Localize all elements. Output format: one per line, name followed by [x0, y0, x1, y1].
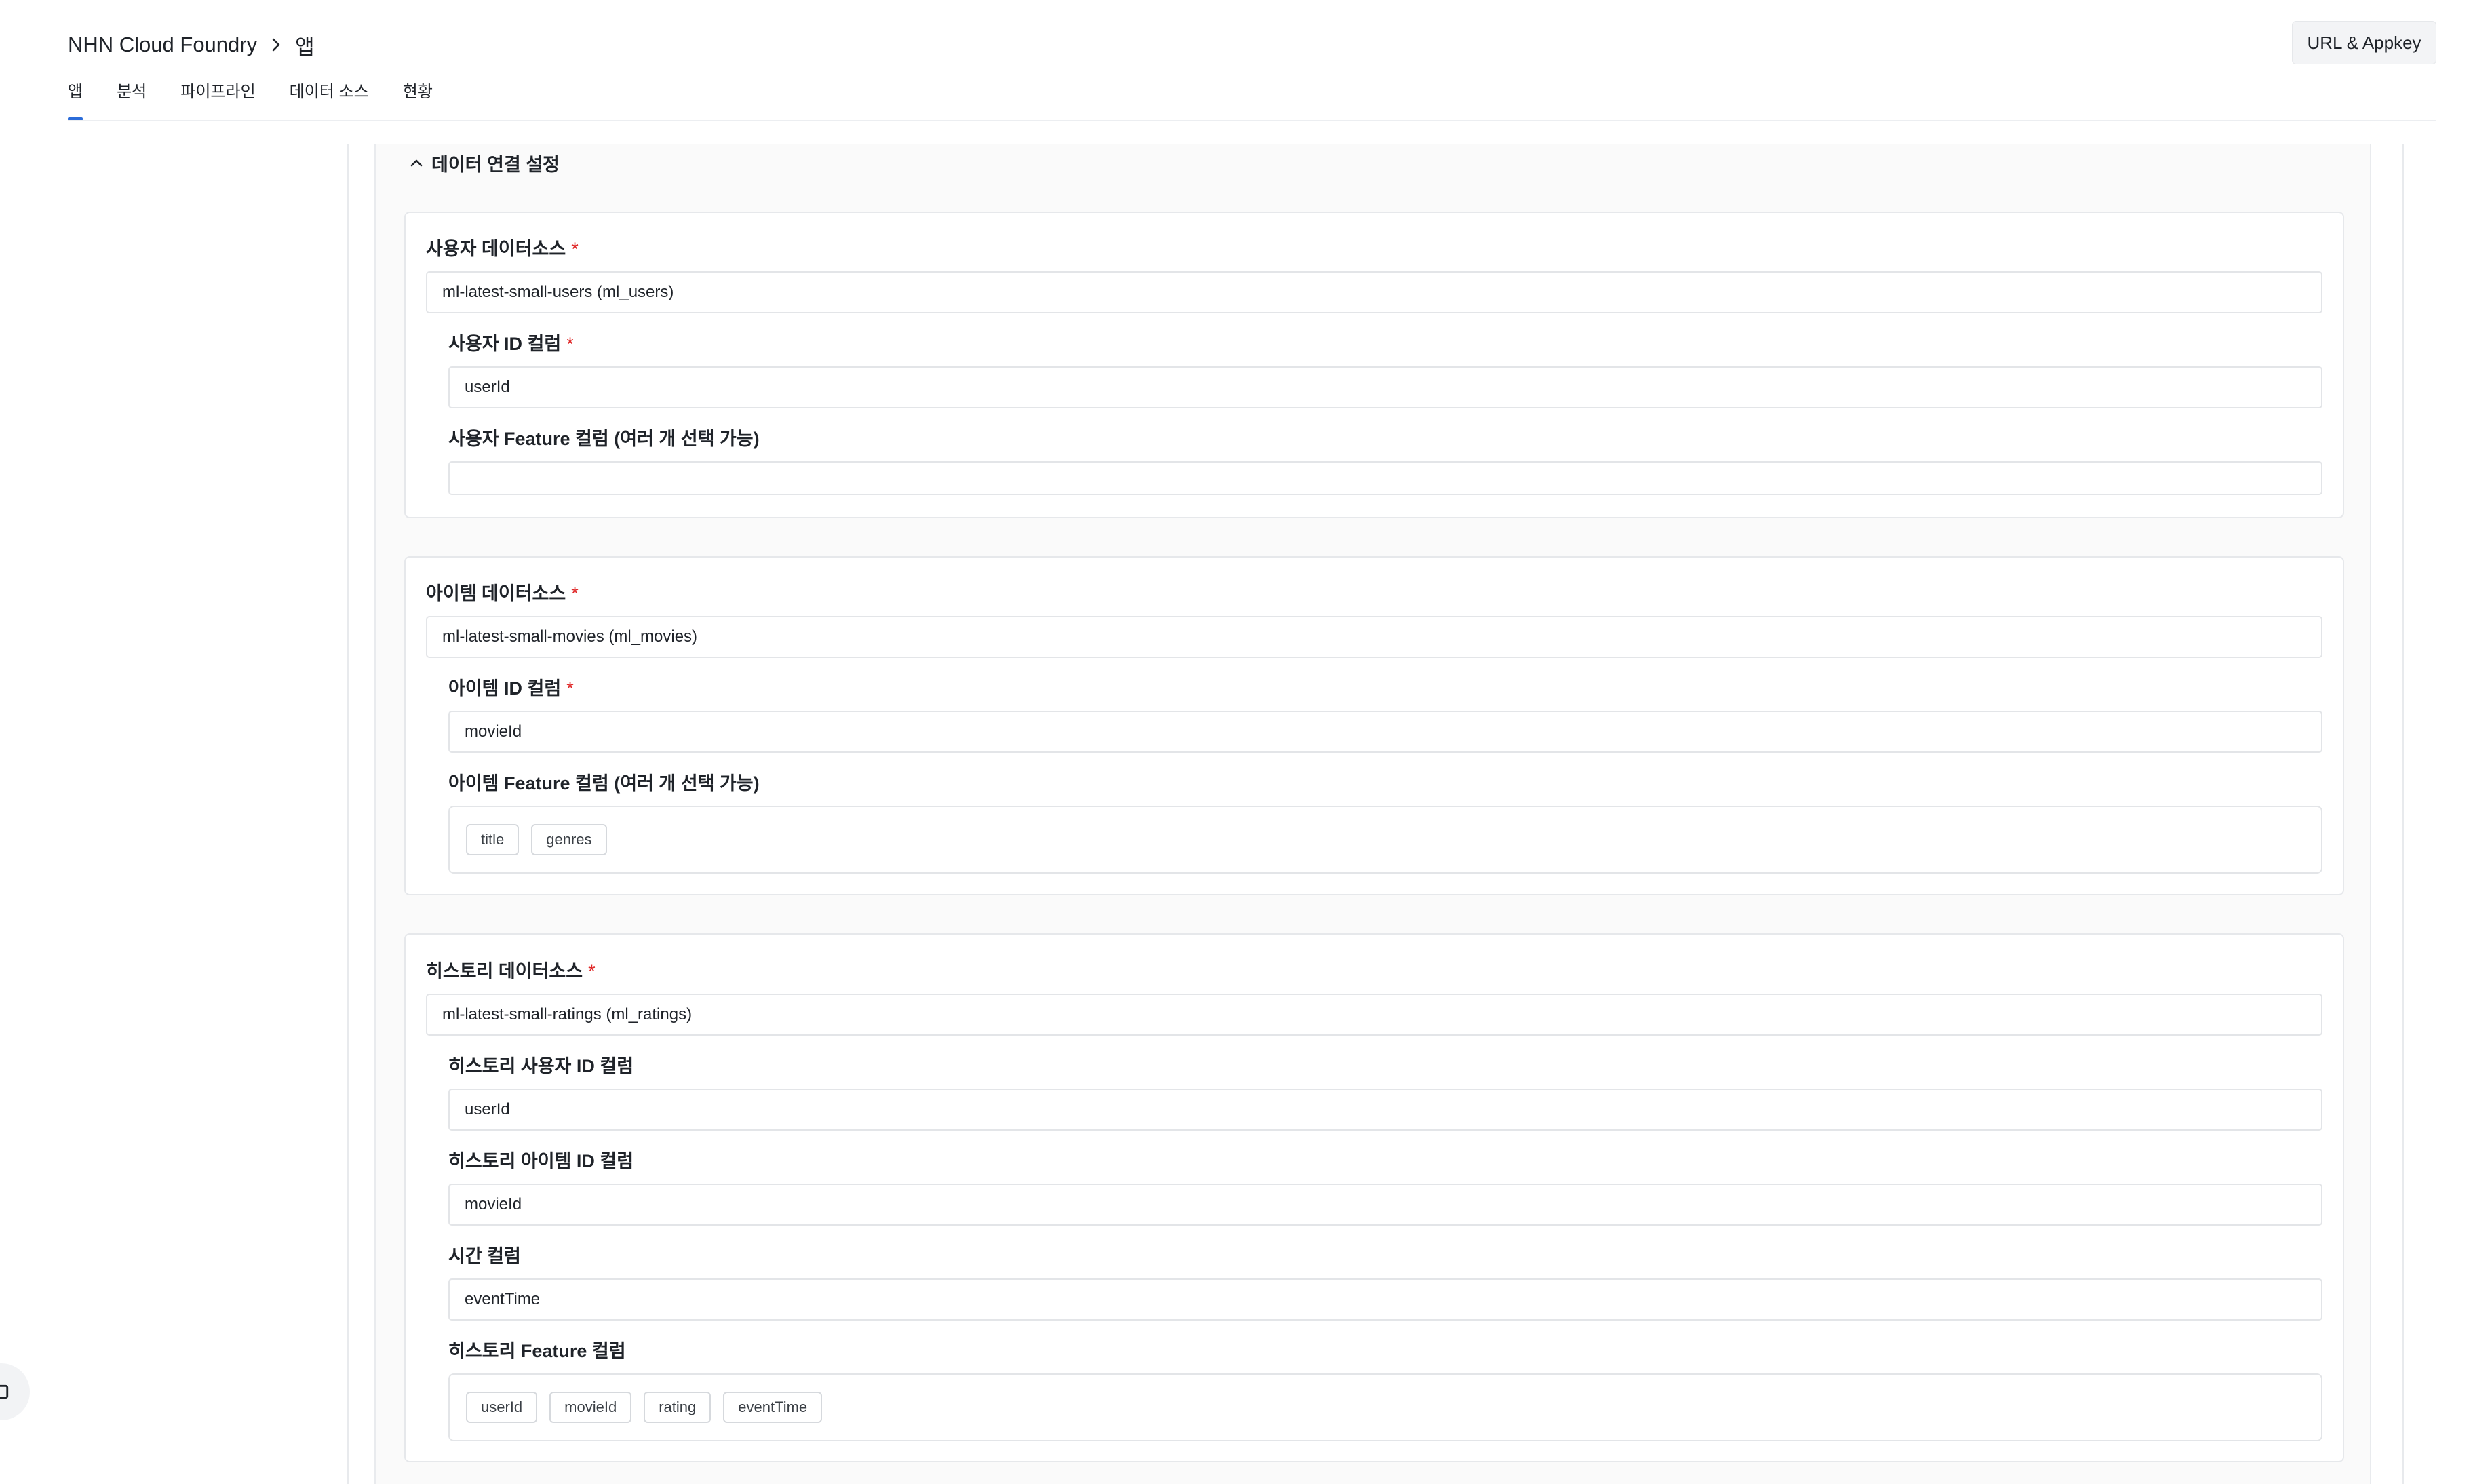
content-right-border	[2402, 144, 2404, 1484]
tab-pipeline[interactable]: 파이프라인	[180, 80, 255, 121]
section-title: 데이터 연결 설정	[431, 154, 560, 175]
panel-icon	[0, 1384, 9, 1399]
item-datasource-select[interactable]: ml-latest-small-movies (ml_movies)	[426, 616, 2322, 658]
breadcrumb-root[interactable]: NHN Cloud Foundry	[68, 33, 257, 57]
feature-chip[interactable]: movieId	[549, 1392, 632, 1423]
history-item-id-column-label: 히스토리 아이템 ID 컬럼	[448, 1151, 634, 1171]
history-user-id-column-label: 히스토리 사용자 ID 컬럼	[448, 1056, 634, 1076]
history-datasource-label: 히스토리 데이터소스 *	[426, 961, 596, 981]
item-id-column-label: 아이템 ID 컬럼 *	[448, 678, 574, 699]
breadcrumb-current: 앱	[295, 35, 315, 59]
content-left-border	[347, 144, 349, 1484]
feature-chip[interactable]: rating	[644, 1392, 712, 1423]
user-datasource-label: 사용자 데이터소스 *	[426, 239, 579, 259]
history-feature-column-multiselect[interactable]: userId movieId rating eventTime	[448, 1373, 2322, 1441]
url-appkey-button[interactable]: URL & Appkey	[2292, 21, 2436, 64]
user-id-column-label: 사용자 ID 컬럼 *	[448, 334, 574, 354]
history-feature-column-label: 히스토리 Feature 컬럼	[448, 1341, 626, 1361]
tab-bar: 앱 분석 파이프라인 데이터 소스 현황	[68, 80, 467, 121]
chevron-up-icon	[410, 159, 423, 167]
user-datasource-select[interactable]: ml-latest-small-users (ml_users)	[426, 271, 2322, 313]
breadcrumb: NHN Cloud Foundry 앱	[68, 26, 315, 64]
section-toggle-data-connection[interactable]: 데이터 연결 설정	[408, 148, 560, 178]
user-id-column-select[interactable]: userId	[448, 366, 2322, 408]
history-item-id-column-select[interactable]: movieId	[448, 1184, 2322, 1226]
user-feature-column-multiselect[interactable]	[448, 461, 2322, 495]
tab-divider	[68, 120, 2436, 121]
tab-analysis[interactable]: 분석	[117, 80, 147, 121]
item-feature-column-multiselect[interactable]: title genres	[448, 806, 2322, 874]
item-datasource-label: 아이템 데이터소스 *	[426, 583, 579, 604]
time-column-select[interactable]: eventTime	[448, 1278, 2322, 1321]
feature-chip[interactable]: userId	[466, 1392, 538, 1423]
feature-chip[interactable]: genres	[531, 824, 607, 855]
chevron-right-icon	[257, 37, 295, 53]
tab-app[interactable]: 앱	[68, 80, 83, 121]
history-user-id-column-select[interactable]: userId	[448, 1089, 2322, 1131]
time-column-label: 시간 컬럼	[448, 1246, 521, 1266]
tab-status[interactable]: 현황	[403, 80, 433, 121]
feature-chip[interactable]: title	[466, 824, 520, 855]
user-feature-column-label: 사용자 Feature 컬럼 (여러 개 선택 가능)	[448, 429, 760, 449]
item-id-column-select[interactable]: movieId	[448, 711, 2322, 753]
item-feature-column-label: 아이템 Feature 컬럼 (여러 개 선택 가능)	[448, 773, 760, 794]
side-panel-toggle[interactable]	[0, 1363, 30, 1420]
tab-datasource[interactable]: 데이터 소스	[290, 80, 369, 121]
feature-chip[interactable]: eventTime	[723, 1392, 823, 1423]
history-datasource-select[interactable]: ml-latest-small-ratings (ml_ratings)	[426, 994, 2322, 1036]
